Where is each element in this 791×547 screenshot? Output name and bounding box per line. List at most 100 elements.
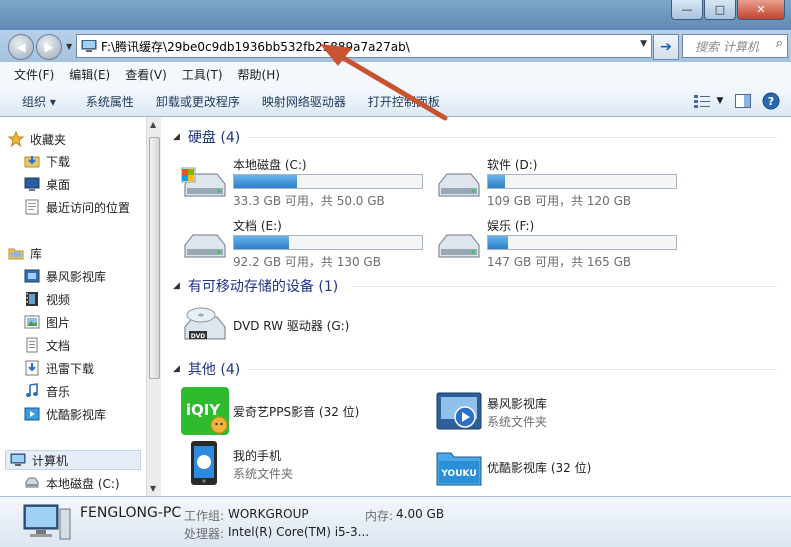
iqiyi-pps[interactable]: iQIY 爱奇艺PPS影音 (32 位) bbox=[181, 387, 431, 437]
sidebar-item-videos[interactable]: 视频 bbox=[24, 289, 70, 309]
drive-e[interactable]: 文档 (E:) 92.2 GB 可用，共 130 GB bbox=[181, 217, 431, 277]
recent-pages-dropdown[interactable]: ▼ bbox=[66, 42, 72, 51]
change-view-button[interactable] bbox=[693, 91, 713, 111]
arrow-right-icon: ▶ bbox=[44, 40, 54, 54]
drive-free-space: 92.2 GB 可用，共 130 GB bbox=[233, 255, 381, 269]
collapse-triangle-icon[interactable]: ◢ bbox=[173, 281, 180, 291]
processor-label: 处理器: bbox=[184, 527, 225, 541]
workgroup-label: 工作组: bbox=[184, 509, 225, 523]
picture-icon bbox=[24, 314, 40, 330]
map-network-drive-button[interactable]: 映射网络驱动器 bbox=[262, 93, 346, 110]
sidebar-item-baofeng-library[interactable]: 暴风影视库 bbox=[24, 266, 106, 286]
go-button[interactable]: ➔ bbox=[653, 34, 679, 60]
computer-name: FENGLONG-PC bbox=[80, 505, 182, 521]
address-path[interactable]: F:\腾讯缓存\29be0c9db1936bb532fb25889a7a27ab… bbox=[101, 38, 410, 55]
hard-drive-icon bbox=[24, 475, 40, 491]
organize-button[interactable]: 组织 ▾ bbox=[22, 93, 56, 110]
drive-usage-bar bbox=[487, 174, 677, 189]
app-name: 爱奇艺PPS影音 (32 位) bbox=[233, 405, 360, 419]
menu-view[interactable]: 查看(V) bbox=[125, 66, 167, 83]
menu-help[interactable]: 帮助(H) bbox=[238, 66, 280, 83]
sidebar-item-recent-places[interactable]: 最近访问的位置 bbox=[24, 197, 130, 217]
my-phone[interactable]: 我的手机 系统文件夹 bbox=[181, 439, 431, 489]
minimize-button[interactable]: — bbox=[671, 0, 703, 20]
hard-drive-icon bbox=[184, 234, 226, 258]
sidebar-favorites-label: 收藏夹 bbox=[30, 132, 67, 147]
drive-usage-fill bbox=[488, 175, 506, 188]
group-hard-disks[interactable]: ◢ 硬盘 (4) bbox=[173, 127, 240, 147]
search-placeholder: 搜索 计算机 bbox=[695, 39, 759, 54]
group-title: 有可移动存储的设备 (1) bbox=[187, 279, 339, 295]
library-name: 暴风影视库 bbox=[487, 397, 548, 411]
drive-d[interactable]: 软件 (D:) 109 GB 可用，共 120 GB bbox=[435, 156, 685, 216]
back-button[interactable]: ◀ bbox=[8, 34, 34, 60]
drive-c[interactable]: 本地磁盘 (C:) 33.3 GB 可用，共 50.0 GB bbox=[181, 156, 431, 216]
sidebar-item-label: 暴风影视库 bbox=[46, 269, 107, 284]
group-divider bbox=[247, 369, 777, 370]
sidebar-item-label: 下载 bbox=[46, 154, 71, 169]
drive-name: 软件 (D:) bbox=[487, 158, 538, 172]
sidebar-item-label: 视频 bbox=[46, 292, 71, 307]
sidebar-item-downloads[interactable]: 下载 bbox=[24, 151, 70, 171]
search-icon[interactable]: ⌕ bbox=[776, 36, 783, 51]
drive-f[interactable]: 娱乐 (F:) 147 GB 可用，共 165 GB bbox=[435, 217, 685, 277]
sidebar-favorites[interactable]: 收藏夹 bbox=[8, 129, 66, 149]
sidebar-item-local-disk-c[interactable]: 本地磁盘 (C:) bbox=[24, 473, 120, 493]
search-input[interactable]: 搜索 计算机 ⌕ bbox=[682, 34, 788, 58]
scrollbar-thumb[interactable] bbox=[149, 137, 160, 379]
sidebar-computer[interactable]: 计算机 bbox=[5, 450, 141, 470]
library-type: 系统文件夹 bbox=[487, 415, 548, 429]
group-removable-storage[interactable]: ◢ 有可移动存储的设备 (1) bbox=[173, 276, 338, 296]
menu-edit[interactable]: 编辑(E) bbox=[69, 66, 110, 83]
maximize-button[interactable]: □ bbox=[704, 0, 736, 20]
dvd-drive[interactable]: DVD DVD RW 驱动器 (G:) bbox=[181, 301, 431, 351]
preview-pane-button[interactable] bbox=[733, 91, 753, 111]
chevron-down-icon[interactable]: ▼ bbox=[640, 39, 647, 49]
drive-free-space: 33.3 GB 可用，共 50.0 GB bbox=[233, 194, 385, 208]
sidebar-item-label: 本地磁盘 (C:) bbox=[46, 476, 120, 491]
sidebar-item-label: 文档 bbox=[46, 338, 71, 353]
drive-usage-bar bbox=[233, 174, 423, 189]
sidebar-libraries[interactable]: 库 bbox=[8, 243, 42, 263]
collapse-triangle-icon[interactable]: ◢ bbox=[173, 364, 180, 374]
music-note-icon bbox=[24, 383, 40, 399]
close-button[interactable]: ✕ bbox=[737, 0, 785, 20]
hard-drive-icon bbox=[438, 234, 480, 258]
menu-tools[interactable]: 工具(T) bbox=[182, 66, 223, 83]
system-properties-button[interactable]: 系统属性 bbox=[86, 93, 134, 110]
address-row: ◀ ▶ ▼ F:\腾讯缓存\29be0c9db1936bb532fb25889a… bbox=[0, 30, 791, 62]
star-icon bbox=[8, 131, 24, 147]
open-control-panel-button[interactable]: 打开控制面板 bbox=[368, 93, 440, 110]
content-pane: ◢ 硬盘 (4) 本地磁盘 (C:) 33.3 GB 可用，共 50.0 GB … bbox=[161, 117, 791, 496]
view-dropdown-icon[interactable]: ▼ bbox=[715, 91, 725, 111]
memory-value: 4.00 GB bbox=[396, 507, 445, 521]
scroll-up-icon[interactable]: ▲ bbox=[150, 120, 156, 129]
sidebar-item-music[interactable]: 音乐 bbox=[24, 381, 70, 401]
collapse-triangle-icon[interactable]: ◢ bbox=[173, 132, 180, 142]
address-bar[interactable]: F:\腾讯缓存\29be0c9db1936bb532fb25889a7a27ab… bbox=[76, 34, 652, 58]
group-divider bbox=[353, 286, 777, 287]
sidebar-item-xunlei-downloads[interactable]: 迅雷下载 bbox=[24, 358, 94, 378]
sidebar-item-desktop[interactable]: 桌面 bbox=[24, 174, 70, 194]
uninstall-program-button[interactable]: 卸载或更改程序 bbox=[156, 93, 240, 110]
sidebar-item-documents[interactable]: 文档 bbox=[24, 335, 70, 355]
video-library-icon bbox=[24, 406, 40, 422]
youku-app-icon: YOUKU bbox=[436, 452, 482, 486]
sidebar-item-youku-library[interactable]: 优酷影视库 bbox=[24, 404, 106, 424]
navigation-scrollbar[interactable]: ▲ ▼ bbox=[146, 117, 161, 496]
youku-library[interactable]: YOUKU 优酷影视库 (32 位) bbox=[435, 443, 685, 493]
forward-button[interactable]: ▶ bbox=[36, 34, 62, 60]
details-pane: FENGLONG-PC 工作组: WORKGROUP 内存: 4.00 GB 处… bbox=[0, 496, 791, 547]
menu-file[interactable]: 文件(F) bbox=[14, 66, 54, 83]
sidebar-item-pictures[interactable]: 图片 bbox=[24, 312, 70, 332]
scroll-down-icon[interactable]: ▼ bbox=[150, 484, 156, 493]
document-icon bbox=[24, 337, 40, 353]
sidebar-item-label: 桌面 bbox=[46, 177, 71, 192]
help-button[interactable]: ? bbox=[761, 91, 781, 111]
hard-drive-icon bbox=[438, 173, 480, 197]
download-folder-icon bbox=[24, 153, 40, 169]
group-other[interactable]: ◢ 其他 (4) bbox=[173, 359, 240, 379]
drive-free-space: 109 GB 可用，共 120 GB bbox=[487, 194, 632, 208]
baofeng-library[interactable]: 暴风影视库 系统文件夹 bbox=[435, 387, 685, 437]
group-title: 其他 (4) bbox=[187, 362, 241, 378]
